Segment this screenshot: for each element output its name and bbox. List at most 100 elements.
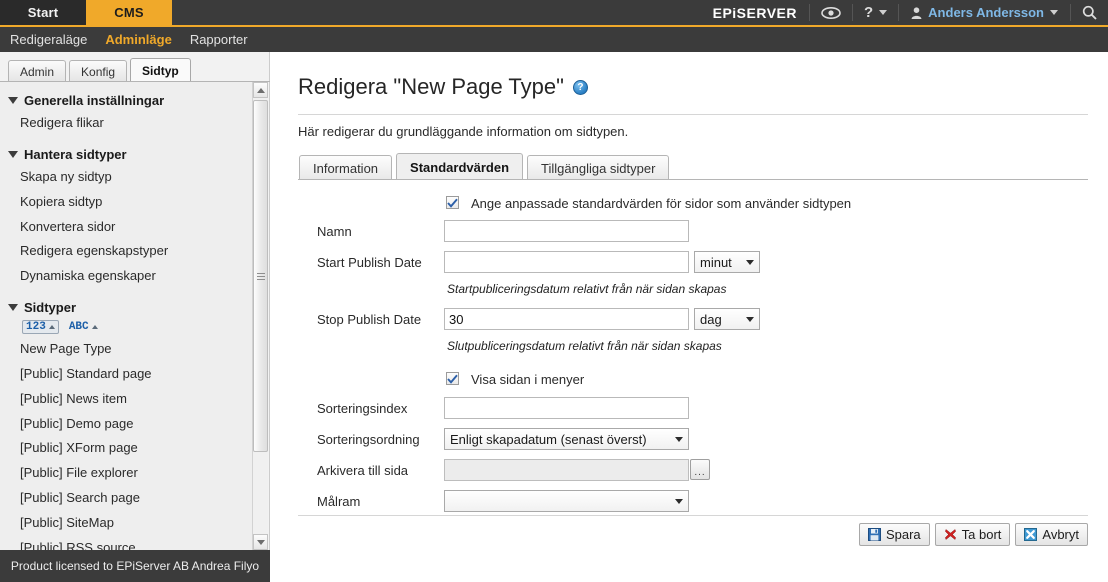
sortorder-select[interactable]: Enligt skapadatum (senast överst) [444, 428, 689, 450]
save-button[interactable]: Spara [858, 523, 930, 546]
arrow-down-icon [256, 539, 265, 545]
archive-browse-label: ... [694, 467, 706, 478]
save-button-label: Spara [885, 527, 921, 542]
list-item[interactable]: [Public] XForm page [0, 436, 252, 461]
tab-konfig[interactable]: Konfig [69, 60, 128, 82]
avatar-icon [911, 6, 922, 19]
chevron-down-icon [746, 259, 754, 265]
divider [298, 114, 1088, 115]
targetframe-select[interactable] [444, 490, 689, 512]
archive-input[interactable] [444, 459, 689, 481]
start-publish-unit-select[interactable]: minut [694, 251, 760, 273]
list-item[interactable]: [Public] Search page [0, 486, 252, 511]
question-mark-icon[interactable]: ? [853, 0, 898, 25]
help-circle-icon[interactable]: ? [572, 79, 588, 95]
start-publish-hint-row: Startpubliceringsdatum relativt från när… [271, 282, 1108, 304]
enable-defaults-checkbox[interactable] [446, 196, 459, 209]
cancel-button[interactable]: Avbryt [1015, 523, 1088, 546]
save-disk-icon [867, 528, 881, 541]
user-menu[interactable]: Anders Andersson [899, 0, 1070, 25]
tree-group-hantera-sidtyper[interactable]: Hantera sidtyper [0, 144, 252, 165]
sortindex-input[interactable] [444, 397, 689, 419]
tab-sidtyp-label: Sidtyp [142, 63, 179, 78]
cancel-button-label: Avbryt [1042, 527, 1079, 542]
main-content: Redigera "New Page Type" ? Här redigerar… [271, 52, 1108, 582]
archive-browse-button[interactable]: ... [690, 459, 710, 480]
scroll-up-button[interactable] [253, 82, 268, 98]
nav-item-redigeralage[interactable]: Redigeraläge [10, 32, 87, 47]
triangle-down-icon [8, 304, 18, 312]
sort-numeric-button[interactable]: 123 [22, 320, 59, 335]
list-item[interactable]: [Public] News item [0, 387, 252, 412]
admin-tabs: Admin Konfig Sidtyp [0, 58, 270, 82]
chevron-down-icon [675, 436, 683, 442]
tree-group-label: Sidtyper [24, 300, 77, 316]
tab-standardvarden[interactable]: Standardvärden [396, 153, 524, 180]
sidebar-scrollbar[interactable] [252, 82, 268, 550]
chevron-down-icon [746, 316, 754, 322]
global-bar-right: EPiSERVER ? Anders Andersson [701, 0, 1108, 25]
list-item[interactable]: [Public] RSS source [0, 536, 252, 550]
sortorder-value: Enligt skapadatum (senast överst) [450, 431, 647, 447]
defaults-form: Ange anpassade standardvärden för sidor … [271, 192, 1108, 521]
page-title-text: Redigera "New Page Type" [298, 74, 564, 99]
grip-icon [256, 272, 265, 280]
sort-controls: 123 ABC [0, 318, 252, 337]
cancel-x-icon [1024, 528, 1038, 541]
tab-sidtyp[interactable]: Sidtyp [130, 58, 191, 82]
tab-admin[interactable]: Admin [8, 60, 67, 82]
start-publish-hint: Startpubliceringsdatum relativt från när… [447, 282, 727, 296]
tab-tillgangliga-sidtyper[interactable]: Tillgängliga sidtyper [527, 155, 670, 180]
targetframe-row: Målram [271, 490, 1108, 517]
tree-group-generella[interactable]: Generella inställningar [0, 90, 252, 111]
search-icon[interactable] [1071, 0, 1108, 25]
namn-label: Namn [317, 224, 352, 239]
list-item[interactable]: [Public] SiteMap [0, 511, 252, 536]
triangle-down-icon [8, 97, 18, 104]
archive-label: Arkivera till sida [317, 463, 409, 478]
tree-item-dynamiska-egenskaper[interactable]: Dynamiska egenskaper [0, 264, 252, 289]
list-item[interactable]: [Public] Standard page [0, 362, 252, 387]
global-tab-start[interactable]: Start [0, 0, 86, 25]
stop-publish-input[interactable] [444, 308, 689, 330]
list-item[interactable]: [Public] File explorer [0, 461, 252, 486]
tree-item-redigera-egenskapstyper[interactable]: Redigera egenskapstyper [0, 239, 252, 264]
tree-item-kopiera-sidtyp[interactable]: Kopiera sidtyp [0, 190, 252, 215]
sort-alpha-button[interactable]: ABC [69, 321, 98, 333]
tree-group-label: Hantera sidtyper [24, 146, 127, 162]
show-in-menus-checkbox[interactable] [446, 372, 459, 385]
enable-defaults-row: Ange anpassade standardvärden för sidor … [271, 192, 1108, 220]
scrollbar-thumb[interactable] [253, 100, 268, 452]
delete-button[interactable]: Ta bort [934, 523, 1011, 546]
sort-numeric-label: 123 [26, 321, 46, 334]
license-bar: Product licensed to EPiServer AB Andrea … [0, 550, 270, 582]
start-publish-input[interactable] [444, 251, 689, 273]
namn-row: Namn [271, 220, 1108, 247]
list-item[interactable]: New Page Type [0, 337, 252, 362]
stop-publish-unit-select[interactable]: dag [694, 308, 760, 330]
global-bar-spacer [172, 0, 701, 25]
global-tab-cms[interactable]: CMS [86, 0, 172, 25]
chevron-down-icon [879, 10, 888, 15]
tree-item-skapa-ny-sidtyp[interactable]: Skapa ny sidtyp [0, 165, 252, 190]
nav-item-adminlage[interactable]: Adminläge [105, 32, 171, 47]
nav-item-rapporter[interactable]: Rapporter [190, 32, 248, 47]
show-in-menus-row: Visa sidan i menyer [271, 367, 1108, 397]
triangle-down-icon [8, 150, 18, 158]
targetframe-label: Målram [317, 494, 361, 509]
eye-icon[interactable] [810, 0, 852, 25]
tree-group-sidtyper[interactable]: Sidtyper [0, 297, 252, 318]
tree-item-redigera-flikar[interactable]: Redigera flikar [0, 111, 252, 136]
namn-input[interactable] [444, 220, 689, 242]
tree-item-konvertera-sidor[interactable]: Konvertera sidor [0, 215, 252, 240]
stop-publish-unit-value: dag [700, 311, 722, 327]
tab-standardvarden-label: Standardvärden [410, 159, 510, 175]
scroll-down-button[interactable] [253, 534, 268, 550]
sortorder-label: Sorteringsordning [317, 432, 420, 447]
tab-information[interactable]: Information [299, 155, 393, 180]
sortorder-row: Sorteringsordning Enligt skapadatum (sen… [271, 428, 1108, 455]
user-name-label: Anders Andersson [928, 5, 1044, 20]
list-item[interactable]: [Public] Demo page [0, 412, 252, 437]
page-title: Redigera "New Page Type" ? [298, 74, 588, 100]
admin-tree: Generella inställningar Redigera flikar … [0, 82, 252, 550]
